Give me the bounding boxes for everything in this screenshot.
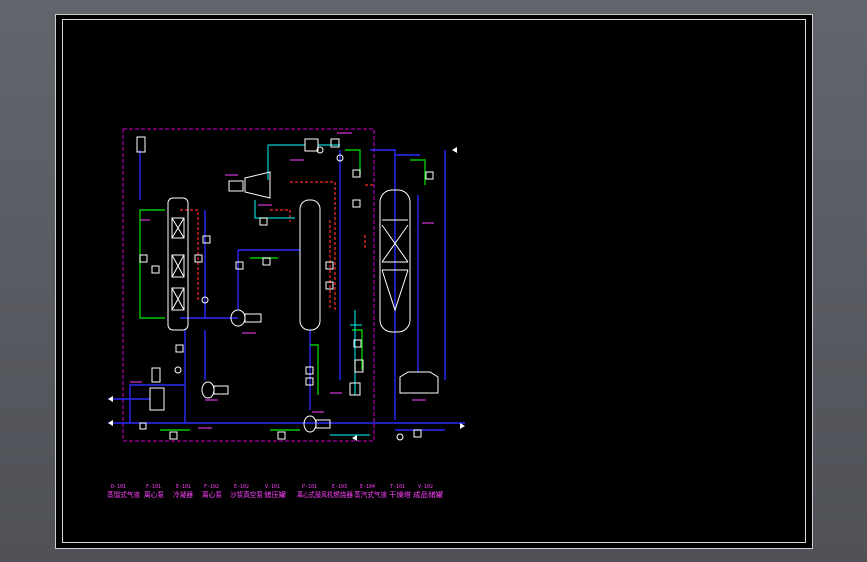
name-p101: 离心式鼓风机 [297,490,333,499]
name-f101: 离心泵 [144,490,164,499]
vent-stack [136,136,146,153]
process-flow-diagram: D-101 蒸馏式气液 F-101 离心泵 E-101 冷凝器 F-102 离心… [107,128,465,499]
tag-e103: E-103 [332,484,347,490]
reactor-column [299,199,321,331]
tag-e101: E-101 [176,484,191,490]
name-v102: 成品储罐 [413,490,443,499]
name-e104: 蒸汽式气液 [354,490,387,499]
column-packing-2 [171,254,185,278]
column-packing-1 [171,217,185,239]
pump-f101 [201,381,215,399]
tag-f102: F-102 [204,484,219,490]
drawing-tags [130,132,434,429]
valve-box-top [330,138,340,148]
blower-p101 [303,415,317,433]
tag-f101: F-101 [146,484,161,490]
name-e102: 沙浆真空泵 [230,490,263,499]
arrow-markers [108,147,465,441]
name-e101: 冷凝器 [173,490,193,499]
tag-e102: E-102 [234,484,249,490]
air-lines [254,144,370,436]
tag-v101: V-101 [265,484,280,490]
tag-d101: D-101 [111,484,126,490]
compressor-motor [228,180,244,192]
product-tank [399,371,439,394]
equipment-legend: D-101 蒸馏式气液 F-101 离心泵 E-101 冷凝器 F-102 离心… [107,484,443,499]
equipment-symbols [136,136,439,433]
tag-v102: V-102 [418,484,433,490]
name-f102: 离心泵 [202,490,222,499]
unit-boundary [122,128,375,442]
condenser-e101 [149,387,165,411]
name-e103: 燃烧器 [333,490,353,499]
compressor [244,171,271,199]
name-t101: 干燥塔 [389,490,411,499]
column-packing-3 [171,287,185,311]
return-lines [180,181,375,310]
tag-e104: E-104 [360,484,375,490]
name-d101: 蒸馏式气液 [107,490,140,499]
top-cooler [304,138,319,152]
name-v101: 储压罐 [264,490,286,499]
tag-t101: T-101 [390,484,405,490]
tag-p101: P-101 [302,484,317,490]
